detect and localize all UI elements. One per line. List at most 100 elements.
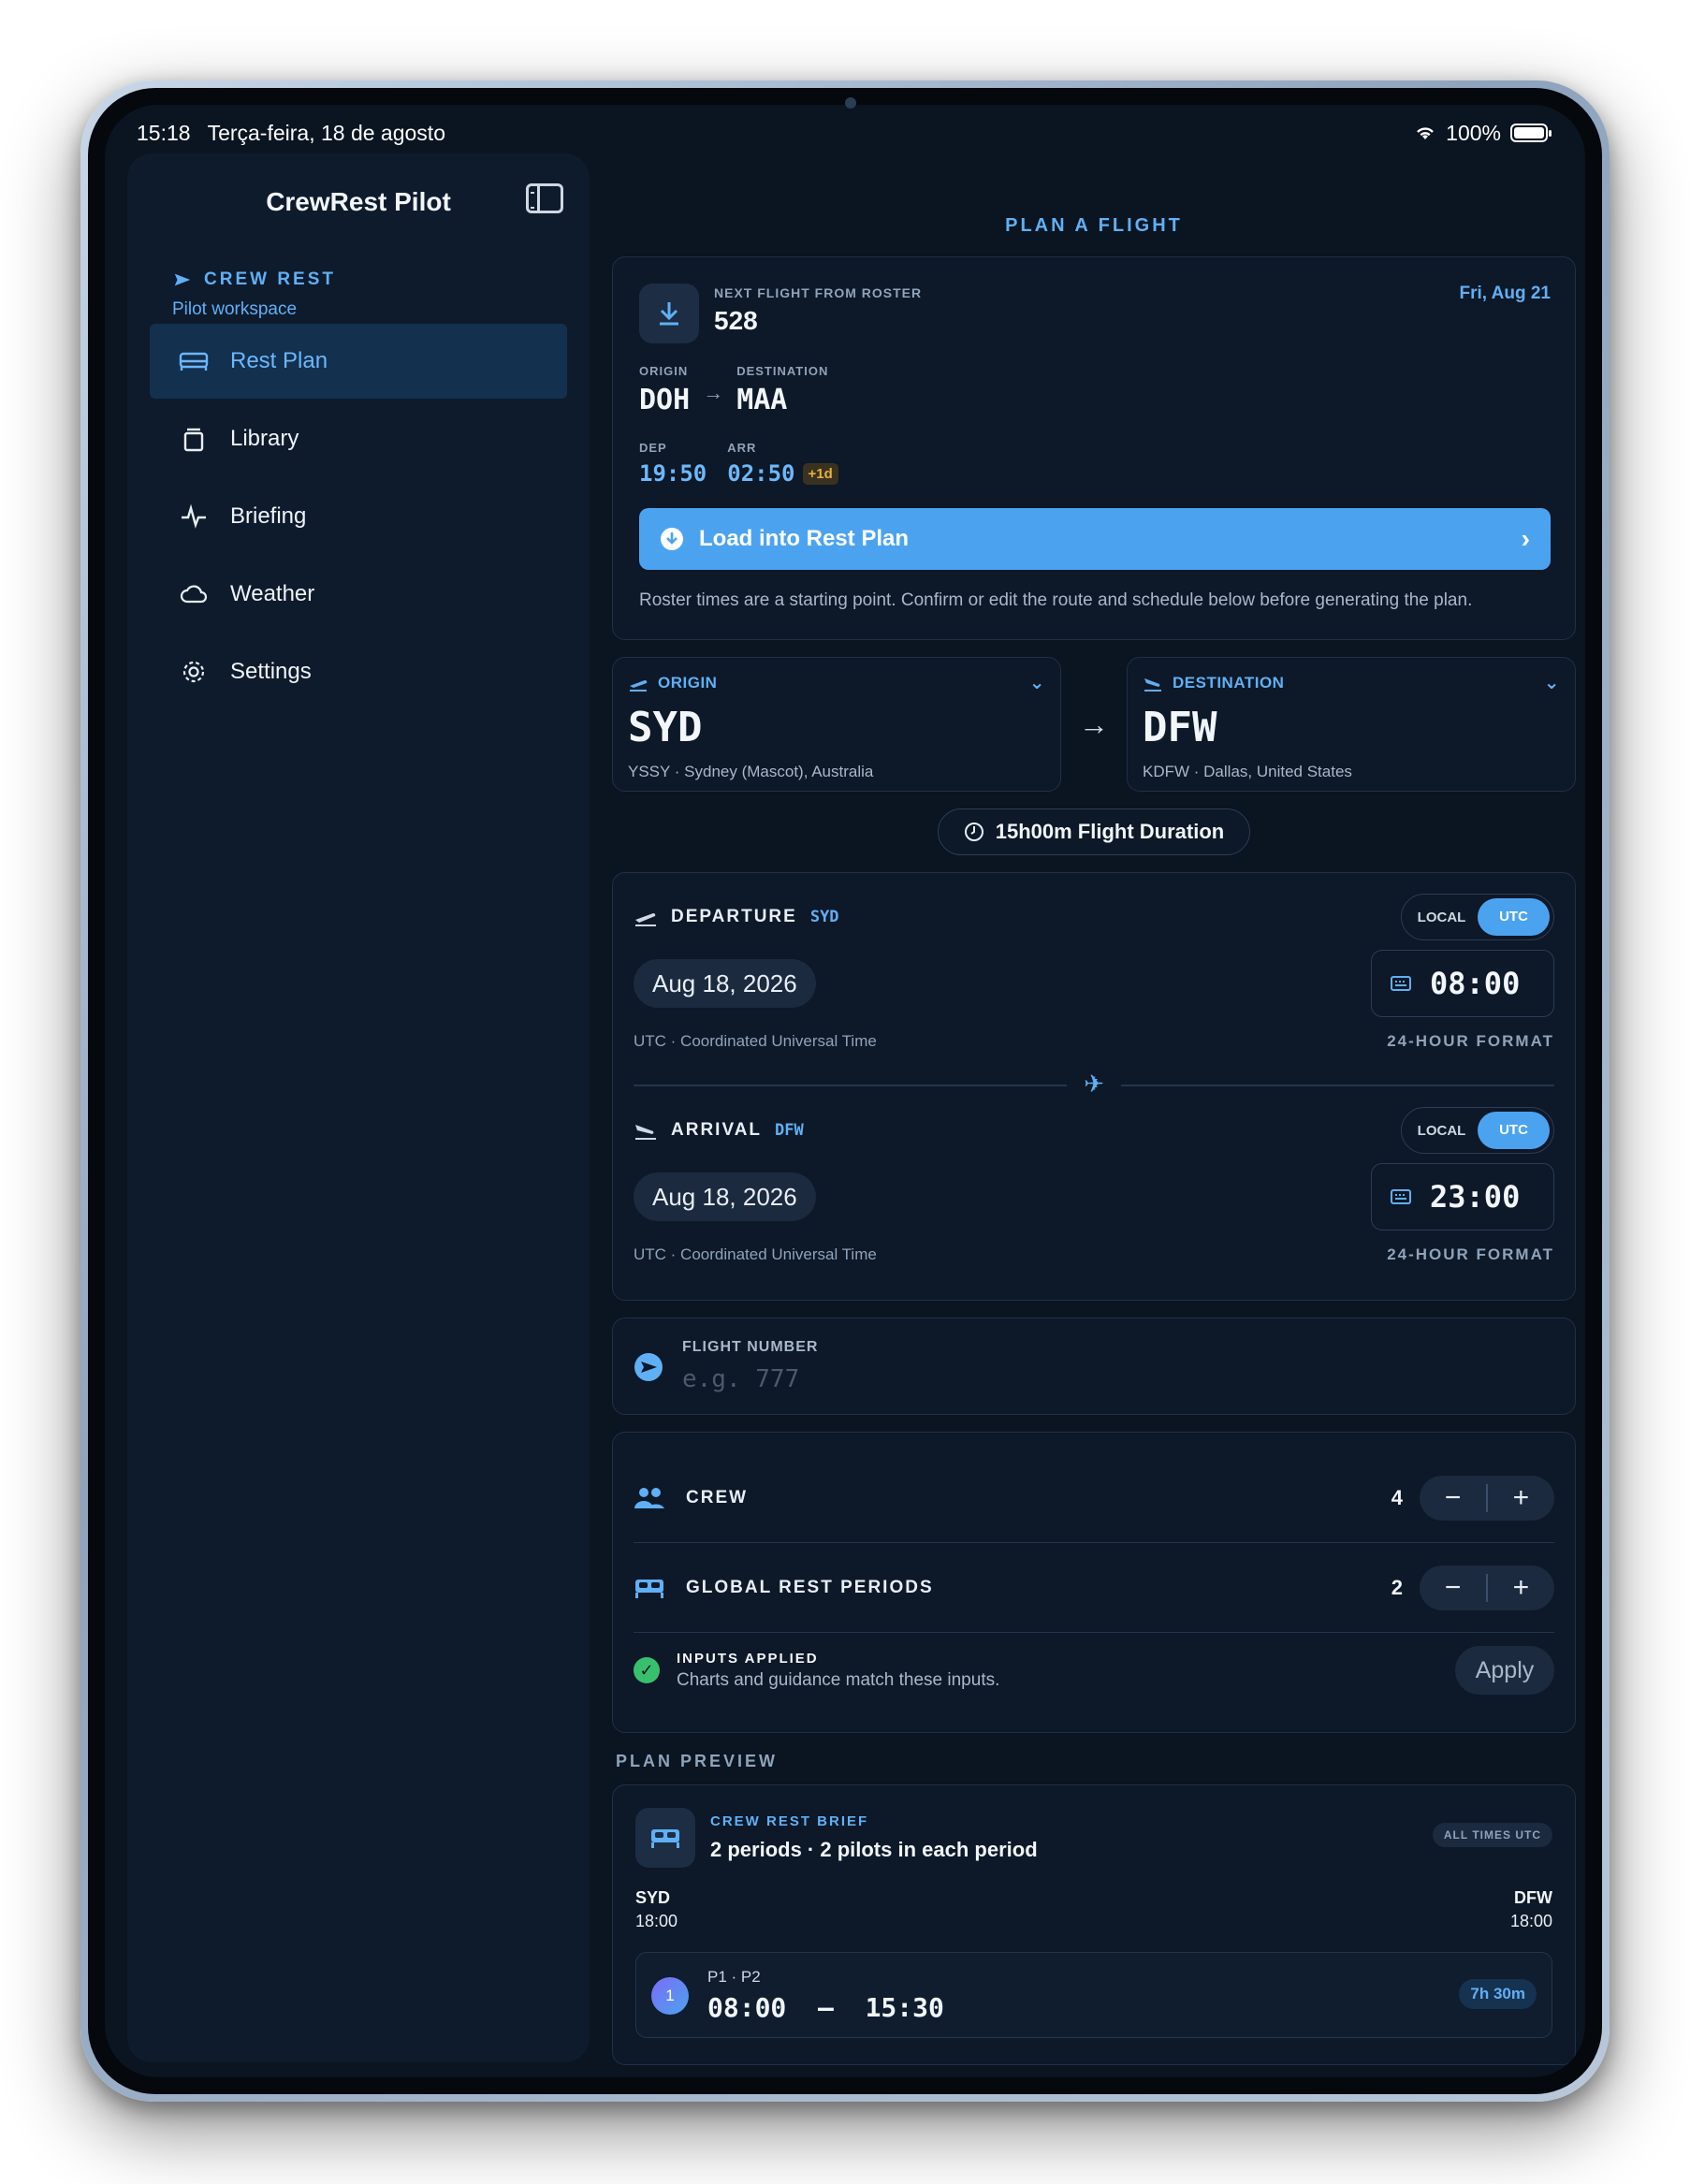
battery-percent: 100%: [1446, 120, 1501, 145]
chevron-down-icon: ⌄: [1543, 673, 1560, 693]
apply-button[interactable]: Apply: [1455, 1646, 1554, 1695]
rest-periods-value: 2: [1391, 1575, 1403, 1599]
tablet-device: 15:18 Terça-feira, 18 de agosto 100% Cre…: [80, 80, 1610, 2102]
departure-timezone: UTC · Coordinated Universal Time: [634, 1032, 877, 1050]
rest-period-row[interactable]: 1 P1 · P2 08:00 – 15:30 7h 30m: [635, 1952, 1552, 2038]
crew-stepper: − +: [1420, 1475, 1554, 1521]
crew-decrement-button[interactable]: −: [1420, 1482, 1486, 1514]
sidebar: CrewRest Pilot CREW REST Pilot workspace: [127, 153, 590, 2062]
chevron-right-icon: ›: [1521, 524, 1530, 553]
sidebar-nav: Rest Plan Library Briefing Weather Setti…: [150, 324, 567, 712]
download-icon[interactable]: [639, 284, 699, 343]
arrival-leg: ARRIVAL DFW LOCAL UTC Aug 18, 2026 23:00…: [634, 1107, 1554, 1264]
crew-label: CREW: [686, 1487, 749, 1507]
flight-number-input[interactable]: e.g. 777: [682, 1365, 799, 1393]
arr-caption: ARR: [727, 441, 757, 455]
crew-increment-button[interactable]: +: [1488, 1482, 1554, 1514]
brief-origin-time: 18:00: [635, 1912, 678, 1930]
next-flight-number: 528: [714, 306, 758, 335]
brief-headline: 2 periods · 2 pilots in each period: [710, 1838, 1038, 1861]
local-option[interactable]: LOCAL: [1406, 910, 1478, 925]
origin-caption: ORIGIN: [639, 364, 689, 378]
departure-code: SYD: [809, 908, 839, 926]
chevron-down-icon: ⌄: [1028, 673, 1045, 693]
destination-caption: DESTINATION: [1173, 673, 1285, 692]
next-flight-date: Fri, Aug 21: [1459, 284, 1551, 303]
gear-icon: [178, 656, 210, 688]
origin-detail: YSSY · Sydney (Mascot), Australia: [628, 763, 874, 780]
departure-leg: DEPARTURE SYD LOCAL UTC Aug 18, 2026 08:…: [634, 894, 1554, 1051]
brief-caption: CREW REST BRIEF: [710, 1813, 869, 1829]
sidebar-item-briefing[interactable]: Briefing: [150, 479, 567, 554]
roster-route: ORIGIN DOH → DESTINATION MAA: [639, 364, 828, 416]
schedule-card: DEPARTURE SYD LOCAL UTC Aug 18, 2026 08:…: [612, 872, 1576, 1301]
departure-time: 08:00: [1430, 966, 1521, 1001]
departure-time-field[interactable]: 08:00: [1371, 950, 1554, 1017]
plan-preview-title: PLAN PREVIEW: [616, 1752, 779, 1770]
brief-origin: SYD 18:00: [635, 1888, 677, 1931]
crew-value: 4: [1391, 1485, 1403, 1509]
departure-title: DEPARTURE: [671, 907, 797, 926]
wifi-icon: [1417, 127, 1435, 139]
sidebar-header: CrewRest Pilot: [127, 174, 590, 230]
rest-periods-increment-button[interactable]: +: [1488, 1572, 1554, 1604]
period-times: 08:00 – 15:30: [707, 1992, 944, 2023]
brief-destination-code: DFW: [1514, 1888, 1552, 1907]
sidebar-item-library[interactable]: Library: [150, 401, 567, 476]
rest-periods-stepper: − +: [1420, 1565, 1554, 1610]
arrow-right-icon: →: [1079, 706, 1109, 741]
arrival-format: 24-HOUR FORMAT: [1387, 1245, 1554, 1263]
sidebar-item-label: Settings: [230, 659, 312, 684]
local-option[interactable]: LOCAL: [1406, 1123, 1478, 1139]
arrival-time-field[interactable]: 23:00: [1371, 1163, 1554, 1230]
download-circle-icon: [661, 528, 683, 550]
sidebar-item-settings[interactable]: Settings: [150, 634, 567, 709]
plane-icon: ✈: [1067, 1070, 1121, 1099]
rest-periods-decrement-button[interactable]: −: [1420, 1572, 1486, 1604]
brief-origin-code: SYD: [635, 1888, 671, 1907]
next-flight: NEXT FLIGHT FROM ROSTER 528: [714, 285, 922, 336]
brand-block: CREW REST Pilot workspace: [172, 269, 336, 320]
period-pilots: P1 · P2: [707, 1968, 761, 1986]
status-right: 100%: [1414, 120, 1552, 146]
crew-rest-brief-card: CREW REST BRIEF 2 periods · 2 pilots in …: [612, 1784, 1576, 2065]
load-into-rest-plan-button[interactable]: Load into Rest Plan ›: [639, 508, 1551, 570]
roster-destination: MAA: [736, 384, 788, 416]
origin-caption: ORIGIN: [658, 673, 718, 692]
period-duration-badge: 7h 30m: [1459, 1979, 1537, 2009]
all-times-utc-badge: ALL TIMES UTC: [1432, 1823, 1552, 1847]
sidebar-item-rest-plan[interactable]: Rest Plan: [150, 324, 567, 399]
flight-number-card[interactable]: FLIGHT NUMBER e.g. 777: [612, 1318, 1576, 1415]
brand-subtitle: Pilot workspace: [172, 299, 298, 319]
arrival-timezone: UTC · Coordinated Universal Time: [634, 1245, 877, 1263]
brief-destination-time: 18:00: [1509, 1912, 1552, 1930]
utc-option[interactable]: UTC: [1478, 898, 1550, 936]
landing-icon: [635, 1125, 656, 1140]
rest-periods-row: GLOBAL REST PERIODS 2 − +: [634, 1543, 1554, 1633]
pulse-icon: [178, 501, 210, 532]
sidebar-item-weather[interactable]: Weather: [150, 557, 567, 632]
takeoff-icon: [630, 679, 648, 692]
sidebar-item-label: Briefing: [230, 503, 307, 529]
next-flight-caption: NEXT FLIGHT FROM ROSTER: [714, 285, 923, 300]
clock-icon: [964, 823, 983, 841]
load-button-label: Load into Rest Plan: [699, 526, 910, 551]
destination-code: DFW: [1143, 704, 1217, 751]
keyboard-icon: [1391, 976, 1411, 991]
screen: 15:18 Terça-feira, 18 de agosto 100% Cre…: [105, 105, 1585, 2077]
keyboard-icon: [1391, 1189, 1411, 1204]
dep-caption: DEP: [639, 441, 667, 455]
crew-row: CREW 4 − +: [634, 1453, 1554, 1543]
flight-number-label: FLIGHT NUMBER: [682, 1339, 819, 1355]
utc-option[interactable]: UTC: [1478, 1112, 1550, 1149]
destination-selector[interactable]: DESTINATION ⌄ DFW KDFW · Dallas, United …: [1127, 657, 1576, 792]
arrival-date-picker[interactable]: Aug 18, 2026: [634, 1172, 816, 1221]
app-title: CrewRest Pilot: [266, 187, 451, 216]
flight-circle-icon: [634, 1353, 663, 1381]
origin-selector[interactable]: ORIGIN ⌄ SYD YSSY · Sydney (Mascot), Aus…: [612, 657, 1061, 792]
arrival-title: ARRIVAL: [671, 1120, 763, 1140]
brief-destination: DFW 18:00: [1510, 1888, 1552, 1931]
sidebar-toggle-icon[interactable]: [526, 183, 563, 213]
day-offset-badge: +1d: [802, 463, 838, 485]
departure-date-picker[interactable]: Aug 18, 2026: [634, 959, 816, 1008]
